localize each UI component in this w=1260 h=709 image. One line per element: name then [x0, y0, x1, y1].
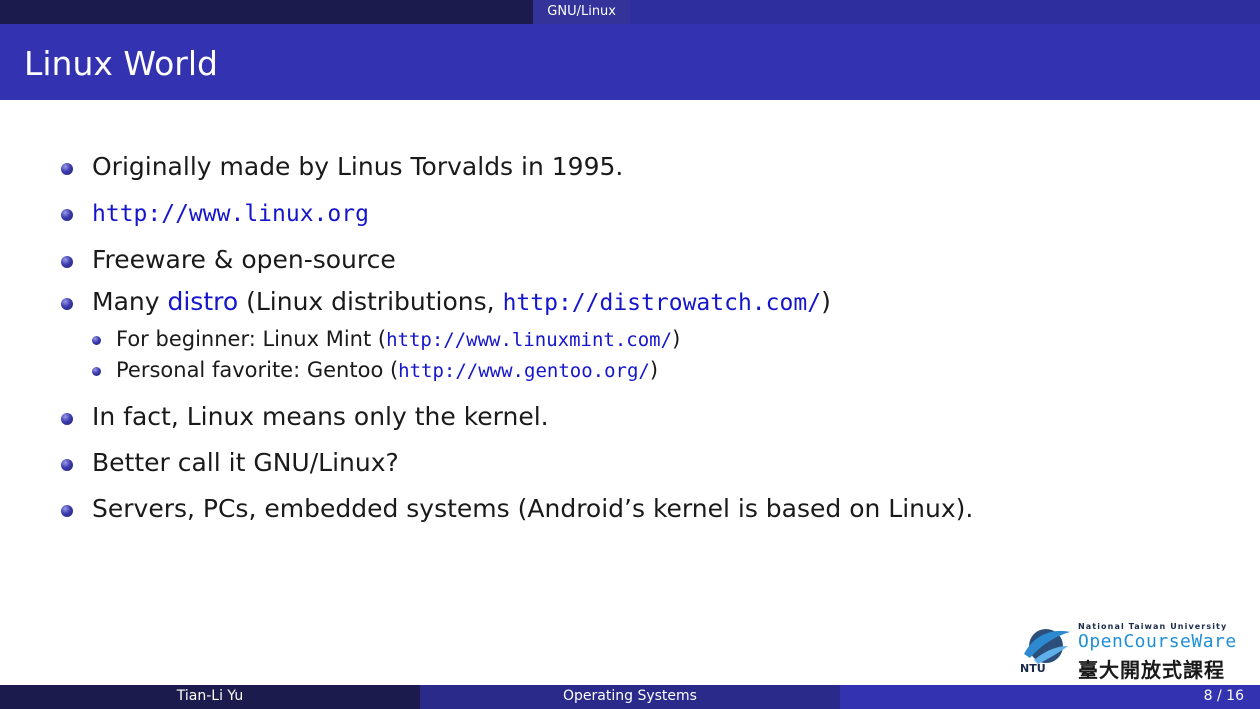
- bullet-item: Servers, PCs, embedded systems (Android’…: [58, 492, 1208, 526]
- sub-bullet-text: Personal favorite: Gentoo (: [116, 358, 399, 382]
- ball-bullet-icon: [61, 505, 73, 517]
- top-bar-right: [630, 0, 1260, 24]
- ball-bullet-icon: [61, 256, 73, 268]
- top-navigation-bar: GNU/Linux: [0, 0, 1260, 24]
- distro-highlight[interactable]: distro: [167, 287, 238, 316]
- bullet-text: Better call it GNU/Linux?: [92, 448, 399, 477]
- gentoo-link[interactable]: http://www.gentoo.org/: [398, 360, 650, 382]
- sub-bullet-text: For beginner: Linux Mint (: [116, 327, 387, 351]
- bullet-item: In fact, Linux means only the kernel.: [58, 400, 1208, 434]
- bullet-text: In fact, Linux means only the kernel.: [92, 402, 549, 431]
- ball-bullet-icon: [61, 209, 73, 221]
- bullet-item: Freeware & open-source: [58, 243, 1208, 277]
- sub-bullet-item: Personal favorite: Gentoo (http://www.ge…: [24, 355, 1208, 386]
- linuxmint-link[interactable]: http://www.linuxmint.com/: [386, 329, 672, 351]
- top-bar-left: GNU/Linux: [0, 0, 630, 24]
- sub-bullet-item: For beginner: Linux Mint (http://www.lin…: [24, 324, 1208, 355]
- university-name: National Taiwan University: [1078, 622, 1228, 631]
- section-indicator[interactable]: GNU/Linux: [533, 0, 630, 24]
- bullet-text: Servers, PCs, embedded systems (Android’…: [92, 494, 974, 523]
- bullet-text: ): [821, 287, 831, 316]
- ball-bullet-icon: [61, 459, 73, 471]
- bullet-item: Originally made by Linus Torvalds in 199…: [58, 150, 1208, 184]
- ball-bullet-icon: [61, 413, 73, 425]
- ball-bullet-icon: [61, 298, 73, 310]
- footer-bar: Tian-Li Yu Operating Systems 8 / 16: [0, 685, 1260, 709]
- ntu-ocw-logo: NTU National Taiwan University OpenCours…: [1020, 622, 1250, 682]
- footer-page-number[interactable]: 8 / 16: [840, 685, 1260, 709]
- ball-bullet-icon: [61, 163, 73, 175]
- ball-bullet-icon: [92, 336, 101, 345]
- bullet-item: Better call it GNU/Linux?: [58, 446, 1208, 480]
- linux-org-link[interactable]: http://www.linux.org: [92, 201, 369, 227]
- ball-bullet-icon: [92, 367, 101, 376]
- bullet-text: Freeware & open-source: [92, 245, 396, 274]
- sub-bullet-text: ): [649, 358, 659, 382]
- slide-title: Linux World: [24, 44, 218, 83]
- bullet-text: Many: [92, 287, 168, 316]
- footer-author[interactable]: Tian-Li Yu: [0, 685, 420, 709]
- bullet-text: Originally made by Linus Torvalds in 199…: [92, 152, 624, 181]
- sub-bullet-text: ): [672, 327, 681, 351]
- bullet-item: http://www.linux.org: [58, 196, 1208, 231]
- ntu-abbreviation: NTU: [1020, 662, 1046, 675]
- ocw-name: OpenCourseWare: [1078, 631, 1237, 652]
- bullet-item: Many distro (Linux distributions, http:/…: [58, 285, 1208, 320]
- footer-course[interactable]: Operating Systems: [420, 685, 840, 709]
- title-band: Linux World: [0, 24, 1260, 100]
- slide-content: Originally made by Linus Torvalds in 199…: [58, 150, 1208, 526]
- bullet-text: (Linux distributions,: [238, 287, 503, 316]
- ocw-chinese-name: 臺大開放式課程: [1078, 658, 1225, 682]
- distrowatch-link[interactable]: http://distrowatch.com/: [503, 290, 822, 316]
